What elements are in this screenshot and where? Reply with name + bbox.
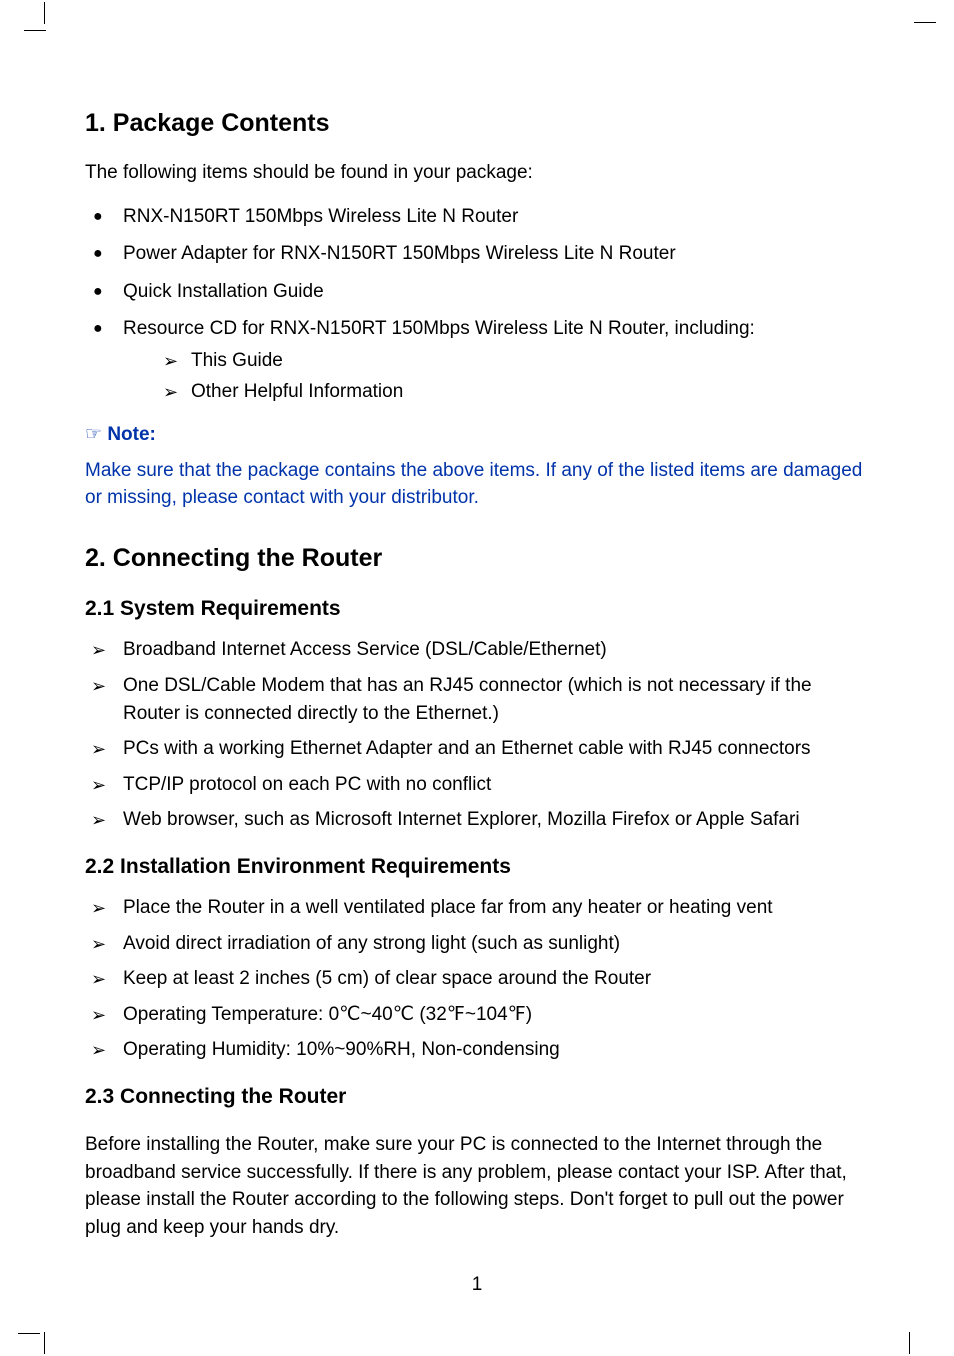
list-item: Other Helpful Information: [159, 378, 869, 406]
page-number: 1: [85, 1271, 869, 1299]
list-item-text: Resource CD for RNX-N150RT 150Mbps Wirel…: [123, 318, 755, 339]
package-sublist: This Guide Other Helpful Information: [159, 347, 869, 405]
crop-mark: [24, 8, 46, 31]
section-2-1-heading: 2.1 System Requirements: [85, 594, 869, 624]
list-item: Power Adapter for RNX-N150RT 150Mbps Wir…: [85, 240, 869, 268]
note-label: Note:: [85, 421, 869, 449]
list-item: Operating Temperature: 0℃~40℃ (32℉~104℉): [85, 1001, 869, 1029]
list-item: TCP/IP protocol on each PC with no confl…: [85, 771, 869, 799]
crop-mark: [908, 1326, 930, 1348]
list-item: Broadband Internet Access Service (DSL/C…: [85, 636, 869, 664]
list-item: Resource CD for RNX-N150RT 150Mbps Wirel…: [85, 315, 869, 405]
list-item: Keep at least 2 inches (5 cm) of clear s…: [85, 965, 869, 993]
section-2-3-heading: 2.3 Connecting the Router: [85, 1082, 869, 1112]
list-item: One DSL/Cable Modem that has an RJ45 con…: [85, 672, 869, 727]
list-item: Place the Router in a well ventilated pl…: [85, 894, 869, 922]
package-list: RNX-N150RT 150Mbps Wireless Lite N Route…: [85, 203, 869, 405]
crop-mark: [24, 1326, 46, 1348]
list-item: RNX-N150RT 150Mbps Wireless Lite N Route…: [85, 203, 869, 231]
section-1-intro: The following items should be found in y…: [85, 159, 869, 187]
page-content: 1. Package Contents The following items …: [0, 0, 954, 1339]
list-item: Quick Installation Guide: [85, 278, 869, 306]
section-1-heading: 1. Package Contents: [85, 105, 869, 141]
list-item: This Guide: [159, 347, 869, 375]
crop-mark: [908, 8, 930, 30]
list-item: PCs with a working Ethernet Adapter and …: [85, 735, 869, 763]
note-body: Make sure that the package contains the …: [85, 457, 869, 512]
list-item: Web browser, such as Microsoft Internet …: [85, 806, 869, 834]
list-item: Operating Humidity: 10%~90%RH, Non-conde…: [85, 1036, 869, 1064]
section-2-2-heading: 2.2 Installation Environment Requirement…: [85, 852, 869, 882]
system-requirements-list: Broadband Internet Access Service (DSL/C…: [85, 636, 869, 833]
section-2-heading: 2. Connecting the Router: [85, 540, 869, 576]
list-item: Avoid direct irradiation of any strong l…: [85, 930, 869, 958]
install-env-list: Place the Router in a well ventilated pl…: [85, 894, 869, 1064]
section-2-3-body: Before installing the Router, make sure …: [85, 1131, 869, 1241]
